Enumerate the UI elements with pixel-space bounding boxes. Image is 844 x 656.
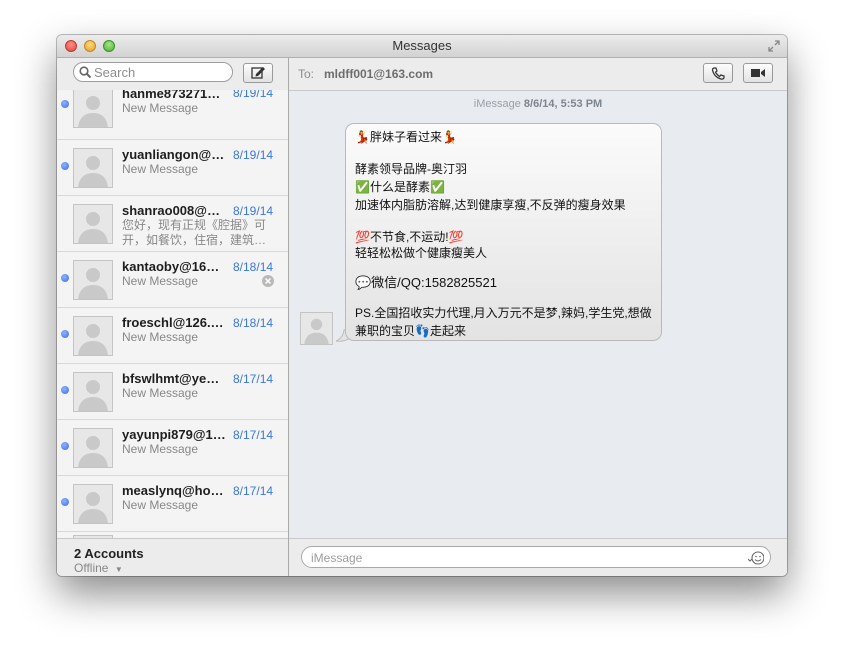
compose-button[interactable] [243, 63, 273, 83]
conversation-item[interactable]: kantaoby@16… 8/18/14 New Message [57, 252, 288, 308]
accounts-label: 2 Accounts [74, 546, 144, 561]
conversation-item[interactable]: yuanliangon@… 8/19/14 New Message [57, 140, 288, 196]
message-line: 兼职的宝贝👣走起来 [355, 324, 466, 338]
fullscreen-icon[interactable] [767, 39, 781, 53]
status-menu[interactable]: Offline ▼ [74, 561, 123, 575]
unread-indicator [61, 162, 69, 170]
conversation-item[interactable]: shanrao008@… 8/19/14 您好，现有正规《腔据》可 开，如餐饮，… [57, 196, 288, 252]
conversation-item[interactable]: yayunpi879@1… 8/17/14 New Message [57, 420, 288, 476]
conversation-item[interactable]: bfswlhmt@ye… 8/17/14 New Message [57, 364, 288, 420]
unread-indicator [61, 386, 69, 394]
conversation-date: 8/19/14 [233, 204, 274, 218]
conversation-item[interactable]: hanme873271… 8/19/14 New Message [57, 90, 288, 140]
sidebar-toolbar [57, 58, 288, 90]
unread-indicator [61, 100, 69, 108]
conversation-date: 8/18/14 [233, 316, 274, 330]
message-line: 轻轻松松做个健康瘦美人 [355, 246, 488, 260]
message-line: 酵素领导品牌-奥汀羽 [355, 162, 467, 176]
avatar [73, 484, 113, 524]
person-silhouette-icon [78, 96, 108, 127]
message-line: PS.全国招收实力代理,月入万元不是梦,辣妈,学生党,想做 [355, 306, 652, 320]
chevron-down-icon: ▼ [114, 565, 123, 574]
status-label: Offline [74, 561, 109, 575]
conversation-name: bfswlhmt@ye… [122, 371, 220, 386]
message-line: ✅什么是酵素✅ [355, 180, 445, 194]
messages-window: Messages Search hanme873271… 8/19/14 New… [57, 35, 787, 576]
message-timestamp: iMessage 8/6/14, 5:53 PM [289, 98, 787, 110]
conversation-sidebar: hanme873271… 8/19/14 New Message yuanlia… [57, 58, 289, 576]
conversation-preview-line-1: 您好，现有正规《腔据》可 [122, 218, 267, 232]
person-silhouette-icon [78, 268, 108, 299]
conversation-preview: New Message [122, 498, 199, 512]
smiley-icon[interactable] [748, 550, 764, 566]
message-line: 💯不节食,不运动!💯 [355, 230, 464, 244]
conversation-date: 8/17/14 [233, 428, 274, 442]
conversation-item[interactable]: measlynq@ho… 8/17/14 New Message [57, 476, 288, 532]
window-title: Messages [392, 38, 452, 53]
conversation-list[interactable]: hanme873271… 8/19/14 New Message yuanlia… [57, 90, 288, 538]
person-silhouette-icon [78, 324, 108, 355]
message-input[interactable] [311, 550, 731, 565]
conversation-date: 8/18/14 [233, 260, 274, 274]
recipient-address[interactable]: mldff001@163.com [324, 67, 433, 81]
delete-conversation-icon[interactable] [262, 275, 274, 287]
conversation-preview: New Message [122, 162, 199, 176]
person-silhouette-icon [78, 436, 108, 467]
compose-icon [251, 67, 265, 79]
message-line: 加速体内脂肪溶解,达到健康享瘦,不反弹的瘦身效果 [355, 198, 626, 212]
conversation-date: 8/17/14 [233, 484, 274, 498]
recipient-bar: To: mldff001@163.com [289, 58, 787, 91]
person-silhouette-icon [78, 212, 108, 243]
message-line: 💃胖妹子看过来💃 [355, 130, 457, 144]
timestamp-value: 8/6/14, 5:53 PM [523, 98, 603, 110]
avatar [73, 428, 113, 468]
person-silhouette-icon [78, 492, 108, 523]
conversation-preview: New Message [122, 442, 199, 456]
audio-call-button[interactable] [703, 63, 733, 83]
conversation-date: 8/19/14 [233, 148, 274, 162]
conversation-preview: New Message [122, 386, 199, 400]
conversation-name: measlynq@ho… [122, 483, 224, 498]
conversation-item[interactable]: froeschl@126.… 8/18/14 New Message [57, 308, 288, 364]
unread-indicator [61, 330, 69, 338]
composer-bar [289, 538, 787, 576]
search-field[interactable] [73, 62, 233, 82]
conversation-pane: To: mldff001@163.com iMessage 8/6/14, 5:… [289, 58, 787, 576]
sender-avatar [300, 312, 333, 345]
conversation-name: shanrao008@… [122, 203, 220, 218]
avatar [73, 148, 113, 188]
title-bar[interactable]: Messages [57, 35, 787, 58]
conversation-name: kantaoby@16… [122, 259, 220, 274]
conversation-date: 8/19/14 [233, 90, 274, 100]
conversation-date: 8/17/14 [233, 372, 274, 386]
service-label: iMessage [473, 98, 521, 110]
conversation-preview-line-2: 开，如餐饮，住宿，建筑… [122, 233, 267, 247]
phone-icon [711, 67, 725, 80]
person-silhouette-icon [78, 156, 108, 187]
search-icon [79, 66, 92, 79]
person-silhouette-icon [78, 380, 108, 411]
unread-indicator [61, 274, 69, 282]
accounts-footer: 2 Accounts Offline ▼ [57, 538, 288, 576]
avatar [73, 90, 113, 128]
conversation-preview: New Message [122, 274, 199, 288]
unread-indicator [61, 442, 69, 450]
conversation-name: froeschl@126.… [122, 315, 224, 330]
conversation-preview: New Message [122, 101, 199, 115]
video-call-button[interactable] [743, 63, 773, 83]
avatar [73, 260, 113, 300]
person-silhouette-icon [304, 318, 329, 344]
video-camera-icon [751, 69, 765, 77]
avatar [73, 204, 113, 244]
message-line: 💬微信/QQ:1582825521 [355, 275, 497, 290]
avatar [73, 316, 113, 356]
message-field[interactable] [301, 546, 771, 568]
unread-indicator [61, 498, 69, 506]
conversation-preview: New Message [122, 330, 199, 344]
search-input[interactable] [94, 64, 224, 80]
to-label: To: [298, 67, 315, 81]
conversation-name: yayunpi879@1… [122, 427, 226, 442]
avatar [73, 372, 113, 412]
conversation-name: yuanliangon@… [122, 147, 225, 162]
